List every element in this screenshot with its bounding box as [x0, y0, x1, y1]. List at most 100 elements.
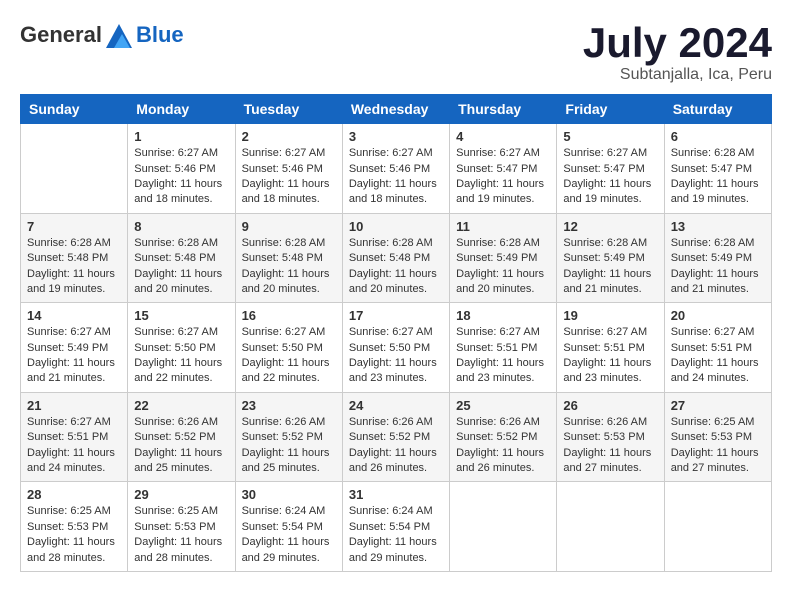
header-friday: Friday — [557, 95, 664, 124]
day-info: Sunrise: 6:27 AM Sunset: 5:46 PM Dayligh… — [134, 146, 228, 208]
table-row: 18 Sunrise: 6:27 AM Sunset: 5:51 PM Dayli… — [450, 303, 557, 393]
day-number: 27 — [671, 398, 765, 413]
day-number: 25 — [456, 398, 550, 413]
day-number: 24 — [349, 398, 443, 413]
day-info: Sunrise: 6:27 AM Sunset: 5:51 PM Dayligh… — [671, 325, 765, 387]
month-title: July 2024 — [583, 20, 772, 66]
table-row: 22 Sunrise: 6:26 AM Sunset: 5:52 PM Dayli… — [128, 392, 235, 482]
table-row: 3 Sunrise: 6:27 AM Sunset: 5:46 PM Daylig… — [342, 124, 449, 214]
table-row — [21, 124, 128, 214]
day-number: 2 — [242, 129, 336, 144]
day-number: 21 — [27, 398, 121, 413]
table-row: 5Sunrise: 6:27 AM Sunset: 5:47 PM Daylig… — [557, 124, 664, 214]
logo: General Blue — [20, 20, 184, 50]
table-row: 4 Sunrise: 6:27 AM Sunset: 5:47 PM Daylig… — [450, 124, 557, 214]
day-number: 11 — [456, 219, 550, 234]
location-subtitle: Subtanjalla, Ica, Peru — [583, 66, 772, 84]
logo-icon — [104, 20, 134, 50]
table-row: 25Sunrise: 6:26 AM Sunset: 5:52 PM Dayli… — [450, 392, 557, 482]
table-row: 2 Sunrise: 6:27 AM Sunset: 5:46 PM Daylig… — [235, 124, 342, 214]
day-number: 6 — [671, 129, 765, 144]
day-number: 12 — [563, 219, 657, 234]
header-thursday: Thursday — [450, 95, 557, 124]
table-row: 26 Sunrise: 6:26 AM Sunset: 5:53 PM Dayli… — [557, 392, 664, 482]
header-sunday: Sunday — [21, 95, 128, 124]
day-info: Sunrise: 6:27 AM Sunset: 5:51 PM Dayligh… — [456, 325, 550, 387]
day-number: 5 — [563, 129, 657, 144]
day-info: Sunrise: 6:26 AM Sunset: 5:53 PM Dayligh… — [563, 415, 657, 477]
day-info: Sunrise: 6:25 AM Sunset: 5:53 PM Dayligh… — [27, 504, 121, 566]
day-number: 16 — [242, 308, 336, 323]
header-monday: Monday — [128, 95, 235, 124]
day-number: 7 — [27, 219, 121, 234]
day-info: Sunrise: 6:27 AM Sunset: 5:50 PM Dayligh… — [242, 325, 336, 387]
calendar-week-row: 7 Sunrise: 6:28 AM Sunset: 5:48 PM Daylig… — [21, 213, 772, 303]
day-info: Sunrise: 6:25 AM Sunset: 5:53 PM Dayligh… — [671, 415, 765, 477]
calendar-week-row: 21Sunrise: 6:27 AM Sunset: 5:51 PM Dayli… — [21, 392, 772, 482]
table-row: 15Sunrise: 6:27 AM Sunset: 5:50 PM Dayli… — [128, 303, 235, 393]
title-block: July 2024 Subtanjalla, Ica, Peru — [583, 20, 772, 84]
day-info: Sunrise: 6:24 AM Sunset: 5:54 PM Dayligh… — [349, 504, 443, 566]
day-number: 29 — [134, 487, 228, 502]
table-row: 7Sunrise: 6:28 AM Sunset: 5:48 PM Daylig… — [21, 213, 128, 303]
day-number: 31 — [349, 487, 443, 502]
table-row: 8 Sunrise: 6:28 AM Sunset: 5:48 PM Daylig… — [128, 213, 235, 303]
table-row: 29 Sunrise: 6:25 AM Sunset: 5:53 PM Dayli… — [128, 482, 235, 572]
table-row: 17Sunrise: 6:27 AM Sunset: 5:50 PM Dayli… — [342, 303, 449, 393]
day-info: Sunrise: 6:27 AM Sunset: 5:47 PM Dayligh… — [456, 146, 550, 208]
day-info: Sunrise: 6:28 AM Sunset: 5:49 PM Dayligh… — [563, 236, 657, 298]
calendar-week-row: 1 Sunrise: 6:27 AM Sunset: 5:46 PM Daylig… — [21, 124, 772, 214]
table-row: 20Sunrise: 6:27 AM Sunset: 5:51 PM Dayli… — [664, 303, 771, 393]
day-number: 28 — [27, 487, 121, 502]
day-info: Sunrise: 6:24 AM Sunset: 5:54 PM Dayligh… — [242, 504, 336, 566]
day-info: Sunrise: 6:25 AM Sunset: 5:53 PM Dayligh… — [134, 504, 228, 566]
table-row: 27 Sunrise: 6:25 AM Sunset: 5:53 PM Dayli… — [664, 392, 771, 482]
day-number: 10 — [349, 219, 443, 234]
table-row: 30 Sunrise: 6:24 AM Sunset: 5:54 PM Dayli… — [235, 482, 342, 572]
header-saturday: Saturday — [664, 95, 771, 124]
day-number: 9 — [242, 219, 336, 234]
day-info: Sunrise: 6:28 AM Sunset: 5:47 PM Dayligh… — [671, 146, 765, 208]
table-row: 16 Sunrise: 6:27 AM Sunset: 5:50 PM Dayli… — [235, 303, 342, 393]
day-info: Sunrise: 6:27 AM Sunset: 5:49 PM Dayligh… — [27, 325, 121, 387]
day-info: Sunrise: 6:28 AM Sunset: 5:48 PM Dayligh… — [134, 236, 228, 298]
day-info: Sunrise: 6:26 AM Sunset: 5:52 PM Dayligh… — [242, 415, 336, 477]
day-number: 13 — [671, 219, 765, 234]
day-info: Sunrise: 6:27 AM Sunset: 5:46 PM Dayligh… — [349, 146, 443, 208]
table-row: 11Sunrise: 6:28 AM Sunset: 5:49 PM Dayli… — [450, 213, 557, 303]
day-info: Sunrise: 6:28 AM Sunset: 5:48 PM Dayligh… — [242, 236, 336, 298]
table-row: 1 Sunrise: 6:27 AM Sunset: 5:46 PM Daylig… — [128, 124, 235, 214]
day-info: Sunrise: 6:28 AM Sunset: 5:48 PM Dayligh… — [349, 236, 443, 298]
table-row — [664, 482, 771, 572]
day-number: 18 — [456, 308, 550, 323]
logo-general-text: General — [20, 22, 102, 48]
table-row: 10 Sunrise: 6:28 AM Sunset: 5:48 PM Dayli… — [342, 213, 449, 303]
day-info: Sunrise: 6:26 AM Sunset: 5:52 PM Dayligh… — [349, 415, 443, 477]
day-number: 22 — [134, 398, 228, 413]
day-number: 3 — [349, 129, 443, 144]
day-number: 26 — [563, 398, 657, 413]
calendar-week-row: 28 Sunrise: 6:25 AM Sunset: 5:53 PM Dayli… — [21, 482, 772, 572]
header-tuesday: Tuesday — [235, 95, 342, 124]
day-number: 23 — [242, 398, 336, 413]
table-row: 12 Sunrise: 6:28 AM Sunset: 5:49 PM Dayli… — [557, 213, 664, 303]
day-number: 1 — [134, 129, 228, 144]
table-row: 19 Sunrise: 6:27 AM Sunset: 5:51 PM Dayli… — [557, 303, 664, 393]
table-row — [450, 482, 557, 572]
page-header: General Blue July 2024 Subtanjalla, Ica,… — [20, 20, 772, 84]
table-row: 14 Sunrise: 6:27 AM Sunset: 5:49 PM Dayli… — [21, 303, 128, 393]
table-row: 31 Sunrise: 6:24 AM Sunset: 5:54 PM Dayli… — [342, 482, 449, 572]
day-info: Sunrise: 6:27 AM Sunset: 5:46 PM Dayligh… — [242, 146, 336, 208]
day-number: 14 — [27, 308, 121, 323]
day-info: Sunrise: 6:26 AM Sunset: 5:52 PM Dayligh… — [134, 415, 228, 477]
day-number: 8 — [134, 219, 228, 234]
day-number: 4 — [456, 129, 550, 144]
day-info: Sunrise: 6:27 AM Sunset: 5:51 PM Dayligh… — [563, 325, 657, 387]
table-row: 21Sunrise: 6:27 AM Sunset: 5:51 PM Dayli… — [21, 392, 128, 482]
table-row: 24 Sunrise: 6:26 AM Sunset: 5:52 PM Dayli… — [342, 392, 449, 482]
day-info: Sunrise: 6:27 AM Sunset: 5:50 PM Dayligh… — [349, 325, 443, 387]
day-number: 19 — [563, 308, 657, 323]
day-number: 30 — [242, 487, 336, 502]
table-row — [557, 482, 664, 572]
table-row: 23 Sunrise: 6:26 AM Sunset: 5:52 PM Dayli… — [235, 392, 342, 482]
